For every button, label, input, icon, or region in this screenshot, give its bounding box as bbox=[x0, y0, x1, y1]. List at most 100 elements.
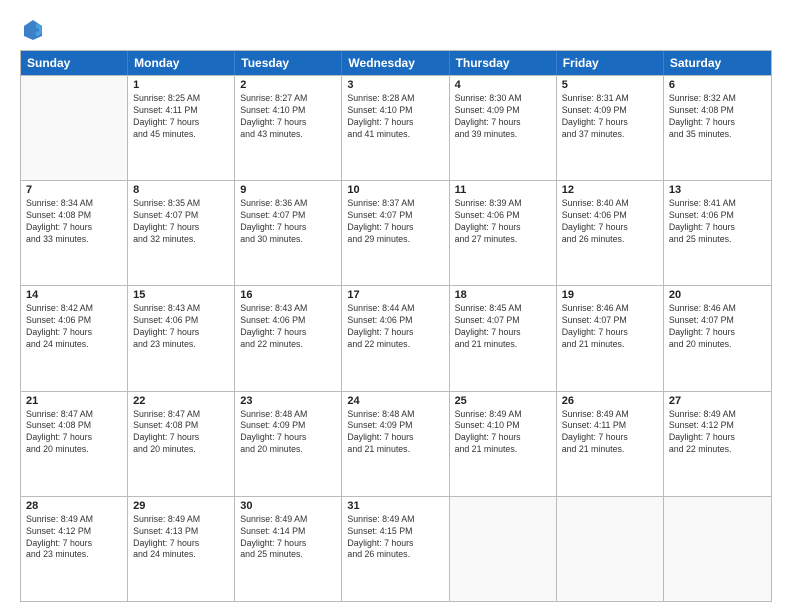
day-info: Sunrise: 8:34 AM Sunset: 4:08 PM Dayligh… bbox=[26, 198, 122, 246]
page: SundayMondayTuesdayWednesdayThursdayFrid… bbox=[0, 0, 792, 612]
day-info: Sunrise: 8:41 AM Sunset: 4:06 PM Dayligh… bbox=[669, 198, 766, 246]
day-info: Sunrise: 8:36 AM Sunset: 4:07 PM Dayligh… bbox=[240, 198, 336, 246]
cal-cell-w2d2: 16 Sunrise: 8:43 AM Sunset: 4:06 PM Dayli… bbox=[235, 286, 342, 390]
cal-cell-w0d6: 6 Sunrise: 8:32 AM Sunset: 4:08 PM Daylig… bbox=[664, 76, 771, 180]
logo-icon bbox=[22, 18, 44, 40]
day-number: 1 bbox=[133, 79, 229, 91]
day-number: 17 bbox=[347, 289, 443, 301]
cal-header-thursday: Thursday bbox=[450, 51, 557, 75]
cal-cell-w4d0: 28Sunrise: 8:49 AM Sunset: 4:12 PM Dayli… bbox=[21, 497, 128, 601]
cal-cell-w0d0 bbox=[21, 76, 128, 180]
day-info: Sunrise: 8:39 AM Sunset: 4:06 PM Dayligh… bbox=[455, 198, 551, 246]
day-number: 9 bbox=[240, 184, 336, 196]
day-info: Sunrise: 8:44 AM Sunset: 4:06 PM Dayligh… bbox=[347, 303, 443, 351]
day-number: 6 bbox=[669, 79, 766, 91]
cal-cell-w3d3: 24 Sunrise: 8:48 AM Sunset: 4:09 PM Dayli… bbox=[342, 392, 449, 496]
cal-header-sunday: Sunday bbox=[21, 51, 128, 75]
cal-header-saturday: Saturday bbox=[664, 51, 771, 75]
cal-cell-w4d4 bbox=[450, 497, 557, 601]
day-info: Sunrise: 8:49 AM Sunset: 4:10 PM Dayligh… bbox=[455, 409, 551, 457]
day-info: Sunrise: 8:47 AM Sunset: 4:08 PM Dayligh… bbox=[133, 409, 229, 457]
cal-cell-w1d4: 11 Sunrise: 8:39 AM Sunset: 4:06 PM Dayli… bbox=[450, 181, 557, 285]
day-number: 25 bbox=[455, 395, 551, 407]
day-number: 24 bbox=[347, 395, 443, 407]
header bbox=[20, 18, 772, 40]
day-info: Sunrise: 8:25 AM Sunset: 4:11 PM Dayligh… bbox=[133, 93, 229, 141]
day-info: Sunrise: 8:49 AM Sunset: 4:12 PM Dayligh… bbox=[669, 409, 766, 457]
day-info: Sunrise: 8:27 AM Sunset: 4:10 PM Dayligh… bbox=[240, 93, 336, 141]
day-number: 16 bbox=[240, 289, 336, 301]
day-info: Sunrise: 8:48 AM Sunset: 4:09 PM Dayligh… bbox=[347, 409, 443, 457]
day-number: 31 bbox=[347, 500, 443, 512]
cal-cell-w1d0: 7 Sunrise: 8:34 AM Sunset: 4:08 PM Daylig… bbox=[21, 181, 128, 285]
cal-header-friday: Friday bbox=[557, 51, 664, 75]
day-number: 11 bbox=[455, 184, 551, 196]
cal-row-2: 14 Sunrise: 8:42 AM Sunset: 4:06 PM Dayli… bbox=[21, 285, 771, 390]
day-info: Sunrise: 8:28 AM Sunset: 4:10 PM Dayligh… bbox=[347, 93, 443, 141]
cal-cell-w1d5: 12 Sunrise: 8:40 AM Sunset: 4:06 PM Dayli… bbox=[557, 181, 664, 285]
cal-cell-w1d6: 13 Sunrise: 8:41 AM Sunset: 4:06 PM Dayli… bbox=[664, 181, 771, 285]
cal-cell-w0d1: 1 Sunrise: 8:25 AM Sunset: 4:11 PM Daylig… bbox=[128, 76, 235, 180]
day-number: 30 bbox=[240, 500, 336, 512]
cal-cell-w3d2: 23Sunrise: 8:48 AM Sunset: 4:09 PM Dayli… bbox=[235, 392, 342, 496]
day-number: 22 bbox=[133, 395, 229, 407]
calendar: SundayMondayTuesdayWednesdayThursdayFrid… bbox=[20, 50, 772, 602]
cal-header-monday: Monday bbox=[128, 51, 235, 75]
cal-header-wednesday: Wednesday bbox=[342, 51, 449, 75]
calendar-body: 1 Sunrise: 8:25 AM Sunset: 4:11 PM Daylig… bbox=[21, 75, 771, 601]
cal-cell-w4d2: 30 Sunrise: 8:49 AM Sunset: 4:14 PM Dayli… bbox=[235, 497, 342, 601]
day-info: Sunrise: 8:49 AM Sunset: 4:12 PM Dayligh… bbox=[26, 514, 122, 562]
cal-cell-w3d4: 25 Sunrise: 8:49 AM Sunset: 4:10 PM Dayli… bbox=[450, 392, 557, 496]
cal-cell-w0d5: 5Sunrise: 8:31 AM Sunset: 4:09 PM Daylig… bbox=[557, 76, 664, 180]
day-number: 23 bbox=[240, 395, 336, 407]
cal-cell-w1d2: 9 Sunrise: 8:36 AM Sunset: 4:07 PM Daylig… bbox=[235, 181, 342, 285]
day-number: 7 bbox=[26, 184, 122, 196]
cal-cell-w4d6 bbox=[664, 497, 771, 601]
day-number: 27 bbox=[669, 395, 766, 407]
day-number: 20 bbox=[669, 289, 766, 301]
day-info: Sunrise: 8:45 AM Sunset: 4:07 PM Dayligh… bbox=[455, 303, 551, 351]
day-info: Sunrise: 8:49 AM Sunset: 4:14 PM Dayligh… bbox=[240, 514, 336, 562]
day-info: Sunrise: 8:49 AM Sunset: 4:15 PM Dayligh… bbox=[347, 514, 443, 562]
day-info: Sunrise: 8:43 AM Sunset: 4:06 PM Dayligh… bbox=[240, 303, 336, 351]
day-number: 3 bbox=[347, 79, 443, 91]
day-number: 19 bbox=[562, 289, 658, 301]
day-number: 2 bbox=[240, 79, 336, 91]
day-info: Sunrise: 8:35 AM Sunset: 4:07 PM Dayligh… bbox=[133, 198, 229, 246]
cal-cell-w3d0: 21Sunrise: 8:47 AM Sunset: 4:08 PM Dayli… bbox=[21, 392, 128, 496]
cal-cell-w2d5: 19 Sunrise: 8:46 AM Sunset: 4:07 PM Dayli… bbox=[557, 286, 664, 390]
day-number: 21 bbox=[26, 395, 122, 407]
cal-row-4: 28Sunrise: 8:49 AM Sunset: 4:12 PM Dayli… bbox=[21, 496, 771, 601]
day-number: 18 bbox=[455, 289, 551, 301]
day-info: Sunrise: 8:40 AM Sunset: 4:06 PM Dayligh… bbox=[562, 198, 658, 246]
day-number: 12 bbox=[562, 184, 658, 196]
day-info: Sunrise: 8:43 AM Sunset: 4:06 PM Dayligh… bbox=[133, 303, 229, 351]
cal-row-3: 21 Sunrise: 8:47 AM Sunset: 4:08 PM Dayli… bbox=[21, 391, 771, 496]
day-info: Sunrise: 8:31 AM Sunset: 4:09 PM Dayligh… bbox=[562, 93, 658, 141]
cal-cell-w0d4: 4 Sunrise: 8:30 AM Sunset: 4:09 PM Daylig… bbox=[450, 76, 557, 180]
day-number: 4 bbox=[455, 79, 551, 91]
day-info: Sunrise: 8:32 AM Sunset: 4:08 PM Dayligh… bbox=[669, 93, 766, 141]
day-info: Sunrise: 8:49 AM Sunset: 4:13 PM Dayligh… bbox=[133, 514, 229, 562]
cal-cell-w3d6: 27 Sunrise: 8:49 AM Sunset: 4:12 PM Dayli… bbox=[664, 392, 771, 496]
cal-cell-w2d0: 14 Sunrise: 8:42 AM Sunset: 4:06 PM Dayli… bbox=[21, 286, 128, 390]
cal-row-0: 1 Sunrise: 8:25 AM Sunset: 4:11 PM Daylig… bbox=[21, 75, 771, 180]
day-number: 26 bbox=[562, 395, 658, 407]
calendar-header: SundayMondayTuesdayWednesdayThursdayFrid… bbox=[21, 51, 771, 75]
cal-cell-w4d3: 31 Sunrise: 8:49 AM Sunset: 4:15 PM Dayli… bbox=[342, 497, 449, 601]
cal-cell-w3d5: 26Sunrise: 8:49 AM Sunset: 4:11 PM Dayli… bbox=[557, 392, 664, 496]
day-info: Sunrise: 8:42 AM Sunset: 4:06 PM Dayligh… bbox=[26, 303, 122, 351]
day-info: Sunrise: 8:46 AM Sunset: 4:07 PM Dayligh… bbox=[669, 303, 766, 351]
day-info: Sunrise: 8:46 AM Sunset: 4:07 PM Dayligh… bbox=[562, 303, 658, 351]
logo bbox=[20, 18, 44, 40]
day-number: 10 bbox=[347, 184, 443, 196]
cal-cell-w1d3: 10 Sunrise: 8:37 AM Sunset: 4:07 PM Dayli… bbox=[342, 181, 449, 285]
cal-cell-w4d5 bbox=[557, 497, 664, 601]
cal-cell-w0d2: 2 Sunrise: 8:27 AM Sunset: 4:10 PM Daylig… bbox=[235, 76, 342, 180]
day-info: Sunrise: 8:37 AM Sunset: 4:07 PM Dayligh… bbox=[347, 198, 443, 246]
day-number: 14 bbox=[26, 289, 122, 301]
day-number: 13 bbox=[669, 184, 766, 196]
day-number: 8 bbox=[133, 184, 229, 196]
day-info: Sunrise: 8:30 AM Sunset: 4:09 PM Dayligh… bbox=[455, 93, 551, 141]
cal-cell-w2d4: 18 Sunrise: 8:45 AM Sunset: 4:07 PM Dayli… bbox=[450, 286, 557, 390]
